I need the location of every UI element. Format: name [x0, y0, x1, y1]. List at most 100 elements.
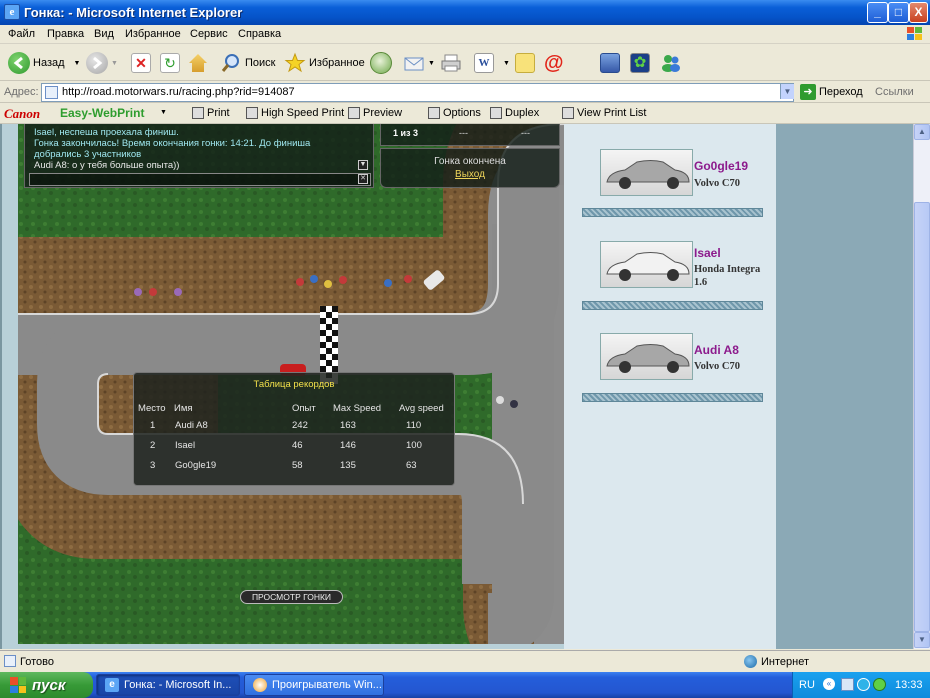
- flower-icon: ✿: [630, 53, 650, 73]
- racer-name[interactable]: Isael: [694, 246, 721, 260]
- icq-button[interactable]: ✿: [630, 51, 650, 75]
- title-bar: e Гонка: - Microsoft Internet Explorer _…: [0, 0, 930, 25]
- status-slot-2: ---: [459, 128, 468, 138]
- menu-favorites[interactable]: Избранное: [125, 28, 181, 40]
- print-command[interactable]: Print: [192, 107, 230, 119]
- menu-bar: Файл Правка Вид Избранное Сервис Справка: [0, 25, 930, 44]
- messenger-button[interactable]: [660, 51, 682, 75]
- menu-edit[interactable]: Правка: [47, 28, 84, 40]
- menu-file[interactable]: Файл: [8, 28, 35, 40]
- page-status-icon: [4, 655, 16, 667]
- replay-race-button[interactable]: ПРОСМОТР ГОНКИ: [240, 590, 343, 604]
- scroll-thumb[interactable]: [914, 202, 930, 632]
- refresh-icon: ↻: [160, 53, 180, 73]
- icq-tray-icon[interactable]: [873, 678, 886, 691]
- media-player-icon: [253, 678, 267, 692]
- menu-tools[interactable]: Сервис: [190, 28, 228, 40]
- scroll-up-icon[interactable]: ▲: [914, 124, 930, 140]
- preview-label: Preview: [363, 107, 403, 119]
- row-exp: 242: [292, 420, 308, 431]
- forward-dropdown-icon[interactable]: ▼: [111, 60, 118, 67]
- history-button[interactable]: [370, 51, 392, 75]
- options-command[interactable]: Options: [428, 107, 481, 119]
- search-label: Поиск: [245, 57, 276, 69]
- system-tray: RU « 13:33: [792, 672, 930, 698]
- go-label: Переход: [819, 86, 863, 98]
- task-label: Проигрыватель Win...: [272, 679, 382, 691]
- preview-command[interactable]: Preview: [348, 107, 402, 119]
- easy-webprint-menu[interactable]: Easy-WebPrint: [60, 106, 144, 120]
- high-speed-print-command[interactable]: High Speed Print: [246, 107, 344, 119]
- forward-button[interactable]: ▼: [86, 51, 118, 75]
- racer-name[interactable]: Go0gle19: [694, 159, 748, 173]
- research-button[interactable]: [600, 51, 620, 75]
- print-list-icon: [562, 107, 574, 119]
- race-finished-panel: Гонка окончена Выход: [380, 148, 560, 188]
- back-dropdown-icon[interactable]: ▼: [74, 60, 81, 67]
- chat-clear-icon[interactable]: ✕: [358, 174, 368, 184]
- duplex-command[interactable]: Duplex: [490, 107, 539, 119]
- page-background: [776, 124, 913, 649]
- easy-webprint-dropdown-icon[interactable]: ▼: [160, 109, 167, 116]
- row-name: Go0gle19: [175, 460, 217, 471]
- car-icon: [606, 160, 690, 189]
- mailru-button[interactable]: @: [544, 51, 564, 75]
- options-icon: [428, 107, 440, 119]
- start-button[interactable]: пуск: [0, 672, 93, 698]
- refresh-button[interactable]: ↻: [160, 51, 180, 75]
- address-dropdown-icon[interactable]: ▼: [780, 84, 794, 99]
- edit-dropdown-icon[interactable]: ▼: [503, 60, 510, 67]
- status-bar: Готово Интернет: [0, 650, 930, 672]
- edit-button[interactable]: W ▼: [474, 51, 510, 75]
- print-label: Print: [207, 107, 230, 119]
- back-button[interactable]: Назад ▼: [8, 51, 80, 75]
- exit-link[interactable]: Выход: [381, 169, 559, 180]
- printer-icon: [441, 54, 461, 72]
- notes-button[interactable]: [515, 51, 535, 75]
- search-button[interactable]: Поиск: [220, 51, 275, 75]
- stop-icon: ✕: [131, 53, 151, 73]
- racer-car-model: Volvo C70: [694, 178, 740, 189]
- home-button[interactable]: [188, 51, 208, 75]
- racer-name[interactable]: Audi A8: [694, 343, 739, 357]
- print-button[interactable]: [440, 51, 462, 75]
- skype-icon[interactable]: [857, 678, 870, 691]
- taskbar-item-ie[interactable]: e Гонка: - Microsoft In...: [96, 674, 240, 696]
- chat-message: Гонка закончилась! Время окончания гонки…: [34, 138, 311, 149]
- records-table: Таблица рекордов Место Имя Опыт Max Spee…: [133, 372, 455, 486]
- mail-dropdown-icon[interactable]: ▼: [428, 60, 435, 67]
- links-button[interactable]: Ссылки: [875, 86, 914, 98]
- security-zone: Интернет: [744, 655, 809, 668]
- history-icon: [370, 52, 392, 74]
- menu-view[interactable]: Вид: [94, 28, 114, 40]
- network-icon[interactable]: [841, 678, 854, 691]
- row-max: 146: [340, 440, 356, 451]
- mail-button[interactable]: ▼: [403, 51, 435, 75]
- race-status-bar: 1 из 3 --- ---: [380, 124, 560, 146]
- scroll-down-icon[interactable]: ▼: [914, 632, 930, 648]
- chat-input[interactable]: [29, 173, 371, 186]
- word-icon: W: [474, 53, 494, 73]
- row-name: Audi A8: [175, 420, 208, 431]
- stop-button[interactable]: ✕: [131, 51, 151, 75]
- maximize-button[interactable]: □: [888, 2, 909, 23]
- address-input[interactable]: http://road.motorwars.ru/racing.php?rid=…: [41, 83, 794, 102]
- racer-car-model: Honda Integra 1.6: [694, 264, 761, 288]
- close-button[interactable]: X: [909, 2, 928, 23]
- back-label: Назад: [33, 57, 65, 69]
- vertical-scrollbar[interactable]: ▲ ▼: [913, 124, 930, 649]
- divider: [582, 393, 763, 402]
- view-print-list-command[interactable]: View Print List: [562, 107, 647, 119]
- chat-scroll-down-icon[interactable]: ▼: [358, 160, 368, 170]
- minimize-button[interactable]: _: [867, 2, 888, 23]
- ie-task-icon: e: [105, 678, 119, 692]
- favorites-button[interactable]: Избранное: [284, 51, 365, 75]
- go-button[interactable]: ➜ Переход: [800, 84, 863, 100]
- favorites-label: Избранное: [309, 57, 365, 69]
- header-avg-speed: Avg speed: [399, 403, 444, 414]
- taskbar-item-player[interactable]: Проигрыватель Win...: [244, 674, 384, 696]
- page-content: Isael, неспеша проехала финиш. Гонка зак…: [0, 124, 913, 649]
- tray-expand-icon[interactable]: «: [823, 678, 835, 690]
- language-indicator[interactable]: RU: [799, 679, 815, 691]
- menu-help[interactable]: Справка: [238, 28, 281, 40]
